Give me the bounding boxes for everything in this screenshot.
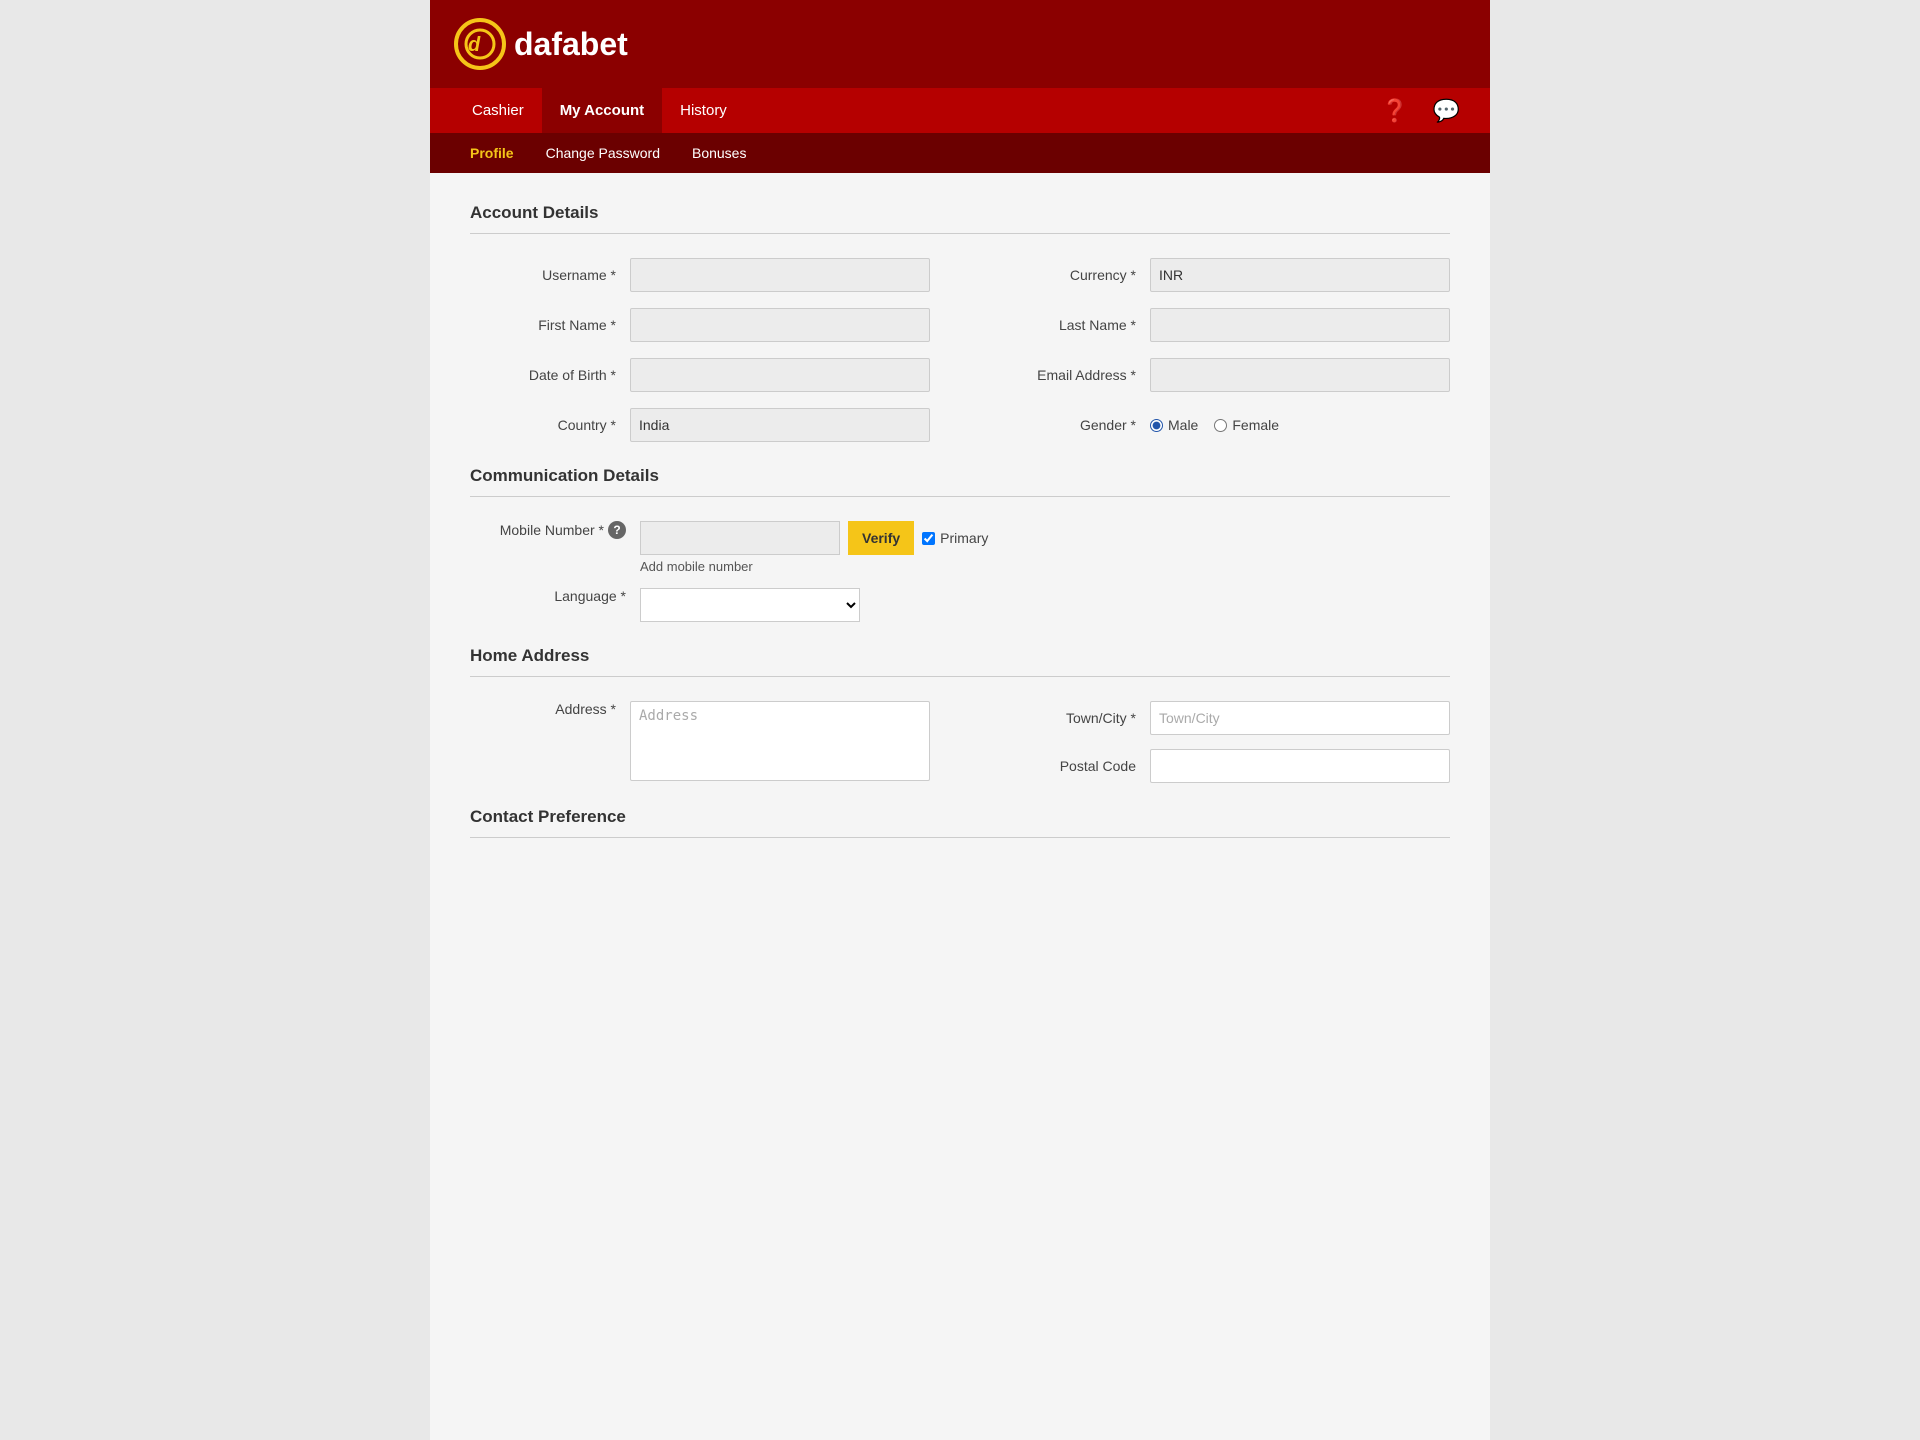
dob-input[interactable] (630, 358, 930, 392)
mobile-input-wrapper (640, 521, 840, 555)
chat-icon: 💬 (1433, 98, 1460, 123)
communication-details-divider (470, 496, 1450, 497)
language-select[interactable]: English Hindi (640, 588, 860, 622)
logo-text: dafabet (514, 26, 628, 63)
language-label-wrapper: Language * (470, 588, 640, 604)
gender-male-radio[interactable] (1150, 419, 1163, 432)
contact-preference-divider (470, 837, 1450, 838)
nav-left: Cashier My Account History (454, 88, 745, 133)
currency-row: Currency * (990, 258, 1450, 292)
language-right: English Hindi (640, 588, 1450, 622)
mobile-number-row: Mobile Number * ? Verify Primary (470, 521, 1450, 574)
gender-row: Gender * Male Female (990, 408, 1450, 442)
postal-row: Postal Code (990, 749, 1450, 783)
gender-female-radio[interactable] (1214, 419, 1227, 432)
communication-details-section: Communication Details Mobile Number * ? … (470, 466, 1450, 622)
currency-label: Currency * (990, 267, 1150, 283)
gender-male-option[interactable]: Male (1150, 417, 1198, 433)
header: d dafabet (430, 0, 1490, 88)
contact-preference-title: Contact Preference (470, 807, 1450, 827)
nav-cashier[interactable]: Cashier (454, 88, 542, 133)
account-details-section: Account Details Username * Currency * Fi… (470, 203, 1450, 442)
email-input[interactable] (1150, 358, 1450, 392)
sub-nav: Profile Change Password Bonuses (430, 133, 1490, 173)
account-details-title: Account Details (470, 203, 1450, 223)
primary-checkbox[interactable] (922, 532, 935, 545)
mobile-input[interactable] (640, 521, 840, 555)
nav-my-account[interactable]: My Account (542, 88, 662, 133)
home-address-section: Home Address Address * Town/City * (470, 646, 1450, 783)
home-address-form: Address * Town/City * Postal Code (470, 701, 1450, 783)
mobile-right: Verify Primary Add mobile number (640, 521, 1450, 574)
address-label: Address * (470, 701, 630, 717)
gender-female-option[interactable]: Female (1214, 417, 1279, 433)
currency-input[interactable] (1150, 258, 1450, 292)
language-row: Language * English Hindi (470, 588, 1450, 622)
mobile-input-row: Verify Primary (640, 521, 1450, 555)
sub-nav-profile[interactable]: Profile (454, 133, 530, 173)
mobile-label-wrapper: Mobile Number * ? (470, 521, 640, 539)
mobile-help-icon[interactable]: ? (608, 521, 626, 539)
email-label: Email Address * (990, 367, 1150, 383)
lastname-input[interactable] (1150, 308, 1450, 342)
account-details-divider (470, 233, 1450, 234)
mobile-label: Mobile Number * (500, 522, 604, 538)
communication-details-title: Communication Details (470, 466, 1450, 486)
gender-male-label: Male (1168, 417, 1198, 433)
username-row: Username * (470, 258, 930, 292)
svg-text:d: d (468, 34, 481, 56)
town-input[interactable] (1150, 701, 1450, 735)
address-row: Address * (470, 701, 930, 783)
account-details-form: Username * Currency * First Name * Last … (470, 258, 1450, 442)
email-row: Email Address * (990, 358, 1450, 392)
home-address-title: Home Address (470, 646, 1450, 666)
add-mobile-link[interactable]: Add mobile number (640, 559, 1450, 574)
question-icon: ❓ (1381, 98, 1408, 123)
town-postal-col: Town/City * Postal Code (990, 701, 1450, 783)
username-label: Username * (470, 267, 630, 283)
country-input[interactable] (630, 408, 930, 442)
dob-row: Date of Birth * (470, 358, 930, 392)
sub-nav-bonuses[interactable]: Bonuses (676, 133, 762, 173)
address-textarea[interactable] (630, 701, 930, 781)
nav-right: ❓ 💬 (1375, 94, 1466, 128)
lastname-row: Last Name * (990, 308, 1450, 342)
primary-check: Primary (922, 530, 988, 546)
firstname-input[interactable] (630, 308, 930, 342)
language-label: Language * (554, 588, 626, 604)
gender-options: Male Female (1150, 417, 1295, 433)
main-content: Account Details Username * Currency * Fi… (430, 173, 1490, 892)
logo-icon: d (454, 18, 506, 70)
contact-preference-section: Contact Preference (470, 807, 1450, 838)
gender-label: Gender * (990, 417, 1150, 433)
postal-input[interactable] (1150, 749, 1450, 783)
username-input[interactable] (630, 258, 930, 292)
nav-history[interactable]: History (662, 88, 745, 133)
town-label: Town/City * (990, 710, 1150, 726)
dob-label: Date of Birth * (470, 367, 630, 383)
country-row: Country * (470, 408, 930, 442)
chat-icon-button[interactable]: 💬 (1427, 94, 1466, 128)
gender-female-label: Female (1232, 417, 1279, 433)
firstname-label: First Name * (470, 317, 630, 333)
town-row: Town/City * (990, 701, 1450, 735)
lastname-label: Last Name * (990, 317, 1150, 333)
verify-button[interactable]: Verify (848, 521, 914, 555)
country-label: Country * (470, 417, 630, 433)
main-nav: Cashier My Account History ❓ 💬 (430, 88, 1490, 133)
firstname-row: First Name * (470, 308, 930, 342)
help-icon-button[interactable]: ❓ (1375, 94, 1414, 128)
home-address-divider (470, 676, 1450, 677)
postal-label: Postal Code (990, 758, 1150, 774)
sub-nav-change-password[interactable]: Change Password (530, 133, 676, 173)
logo[interactable]: d dafabet (454, 18, 628, 70)
primary-label: Primary (940, 530, 988, 546)
